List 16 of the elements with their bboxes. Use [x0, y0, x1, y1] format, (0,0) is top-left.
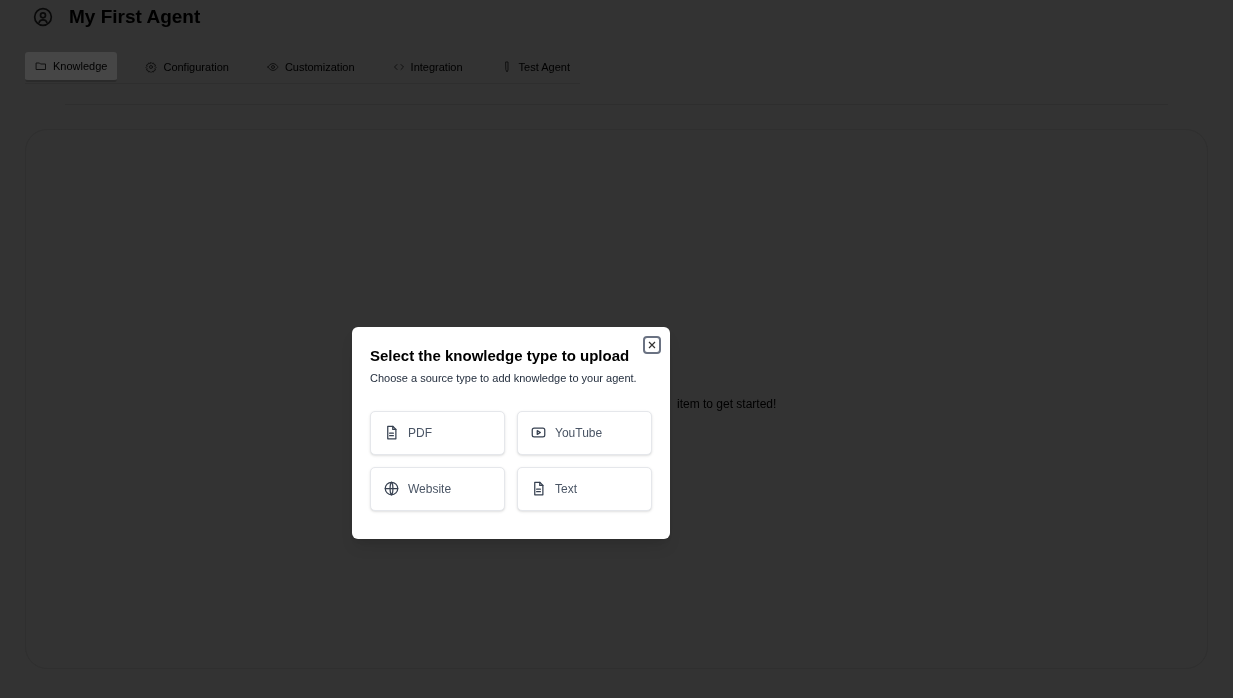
close-button[interactable] [643, 336, 661, 354]
gear-icon [145, 61, 158, 73]
globe-icon [384, 481, 399, 496]
dialog-title: Select the knowledge type to upload [370, 347, 631, 365]
video-icon [531, 425, 546, 440]
document-icon [384, 425, 399, 440]
dialog-description: Choose a source type to add knowledge to your agent. [370, 371, 638, 386]
folder-icon [35, 60, 47, 72]
source-option[interactable]: YouTube [517, 410, 652, 455]
source-option[interactable]: Website [370, 466, 505, 511]
source-option[interactable]: PDF [370, 410, 505, 455]
document-icon [531, 481, 546, 496]
tab[interactable]: Knowledge [25, 52, 118, 82]
close-icon [648, 341, 656, 349]
eye-icon [266, 61, 279, 73]
source-option[interactable]: Text [517, 466, 652, 511]
